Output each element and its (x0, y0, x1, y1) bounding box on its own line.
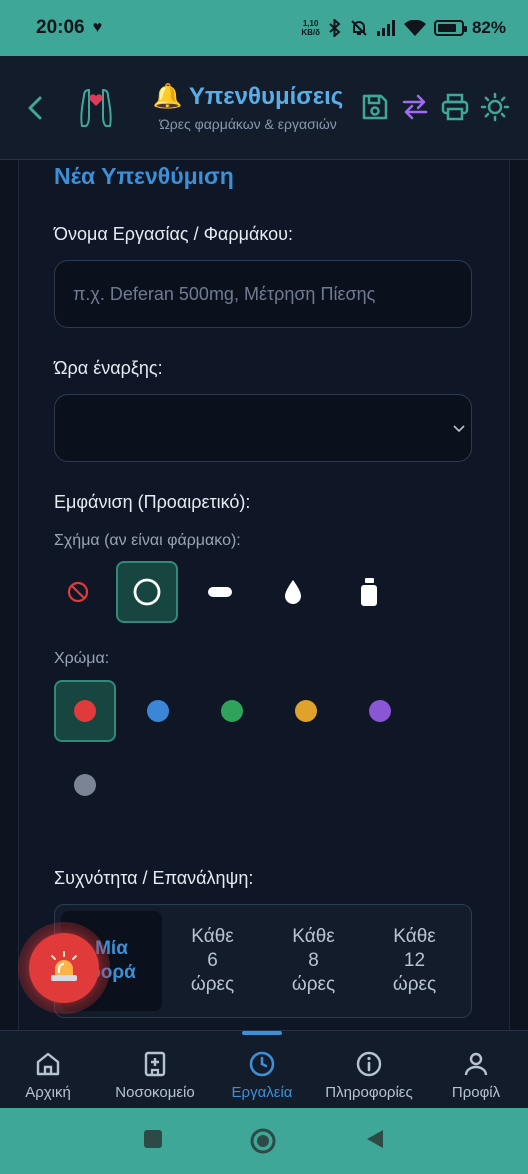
shape-option-circle[interactable] (116, 561, 178, 623)
app-header: 🔔 Υπενθυμίσεις Ώρες φαρμάκων & εργασιών (0, 56, 528, 160)
nav-label: Εργαλεία (231, 1084, 293, 1101)
frequency-every-6h[interactable]: Κάθε 6 ώρες (162, 911, 263, 1011)
frequency-every-12h[interactable]: Κάθε 12 ώρες (364, 911, 465, 1011)
shape-option-bottle[interactable] (338, 561, 400, 623)
nav-label: Νοσοκομείο (115, 1084, 195, 1101)
bell-icon: 🔔 (152, 83, 183, 110)
status-time: 20:06 (36, 17, 85, 38)
color-swatch (74, 700, 96, 722)
clock-icon (249, 1051, 275, 1077)
recents-icon[interactable] (142, 1128, 164, 1150)
color-option-yellow[interactable] (275, 680, 337, 742)
nav-item-tools[interactable]: Εργαλεία (224, 1031, 300, 1109)
bell-off-icon (351, 20, 367, 36)
nav-item-profile[interactable]: Προφίλ (442, 1031, 510, 1109)
frequency-label: Συχνότητα / Επανάληψη: (54, 868, 254, 888)
status-indicators: 1,10 KB/δ 82% (301, 18, 506, 38)
reminder-form: Νέα Υπενθύμιση Όνομα Εργασίας / Φαρμάκου… (18, 160, 510, 1030)
start-time-label: Ώρα έναρξης: (54, 358, 163, 378)
net-speed: 1,10 KB/δ (301, 19, 320, 37)
back-triangle-icon[interactable] (364, 1128, 386, 1150)
wifi-icon (403, 20, 426, 36)
nav-item-info[interactable]: Πληροφορίες (316, 1031, 422, 1109)
status-bar: 20:06 ♥ 1,10 KB/δ 82% (0, 0, 528, 56)
signal-icon (376, 20, 395, 36)
battery-icon (433, 20, 467, 36)
drop-icon (285, 580, 301, 604)
page-subtitle: Ώρες φαρμάκων & εργασιών (159, 116, 337, 132)
appearance-label: Εμφάνιση (Προαιρετικό): (54, 492, 251, 512)
heart-check-icon: ♥ (92, 19, 103, 36)
color-option-green[interactable] (201, 680, 263, 742)
nav-label: Προφίλ (451, 1084, 501, 1101)
color-swatch (369, 700, 391, 722)
nav-item-hospital[interactable]: Νοσοκομείο (106, 1031, 204, 1109)
sos-button[interactable] (18, 922, 110, 1014)
shape-option-drop[interactable] (262, 561, 324, 623)
nav-label: Πληροφορίες (325, 1084, 413, 1101)
section-title: Νέα Υπενθύμιση (54, 163, 234, 189)
nav-item-home[interactable]: Αρχική (14, 1031, 82, 1109)
profile-icon (464, 1052, 488, 1076)
bluetooth-icon (329, 19, 341, 37)
swap-icon[interactable] (400, 92, 430, 122)
back-button[interactable] (22, 90, 48, 126)
app-logo-icon (80, 88, 112, 127)
info-icon (356, 1051, 382, 1077)
color-swatch (221, 700, 243, 722)
color-option-blue[interactable] (127, 680, 189, 742)
color-option-red[interactable] (54, 680, 116, 742)
system-navigation-bar (0, 1108, 528, 1174)
circle-pill-icon (133, 578, 161, 606)
shape-label: Σχήμα (αν είναι φάρμακο): (54, 532, 241, 549)
nav-label: Αρχική (25, 1084, 71, 1101)
color-option-purple[interactable] (349, 680, 411, 742)
shape-option-oval[interactable] (189, 561, 251, 623)
theme-sun-icon[interactable] (480, 92, 510, 122)
hospital-icon (144, 1051, 166, 1077)
color-label: Χρώμα: (54, 650, 110, 667)
frequency-every-8h[interactable]: Κάθε 8 ώρες (263, 911, 364, 1011)
shape-option-none[interactable] (47, 561, 109, 623)
name-label: Όνομα Εργασίας / Φαρμάκου: (54, 224, 293, 244)
print-icon[interactable] (440, 92, 470, 122)
none-icon (67, 581, 89, 603)
color-swatch (74, 774, 96, 796)
name-field[interactable] (54, 260, 472, 328)
screen: 20:06 ♥ 1,10 KB/δ 82% 🔔 Υπενθυμίσεις Ώρε… (0, 0, 528, 1174)
bottom-navigation: Αρχική Νοσοκομείο Εργαλεία Πληροφορίες Π… (0, 1030, 528, 1108)
color-swatch (147, 700, 169, 722)
color-option-gray[interactable] (54, 754, 116, 816)
sos-inner (29, 933, 99, 1003)
save-icon[interactable] (360, 92, 390, 122)
battery-fill (437, 24, 456, 32)
page-title: 🔔 Υπενθυμίσεις (152, 83, 344, 110)
bottle-icon (361, 578, 377, 606)
battery-percent: 82% (471, 18, 506, 37)
name-input[interactable] (55, 261, 471, 327)
start-time-select[interactable] (54, 394, 472, 462)
frequency-selector: Μία φορά Κάθε 6 ώρες Κάθε 8 ώρες Κάθε 12… (54, 904, 472, 1018)
color-swatch (295, 700, 317, 722)
home-circle-icon[interactable] (249, 1127, 277, 1155)
siren-icon (51, 951, 77, 981)
header-title-block: 🔔 Υπενθυμίσεις Ώρες φαρμάκων & εργασιών (134, 82, 362, 132)
home-icon (36, 1052, 60, 1076)
chevron-down-icon (453, 425, 465, 433)
oval-pill-icon (208, 587, 232, 597)
